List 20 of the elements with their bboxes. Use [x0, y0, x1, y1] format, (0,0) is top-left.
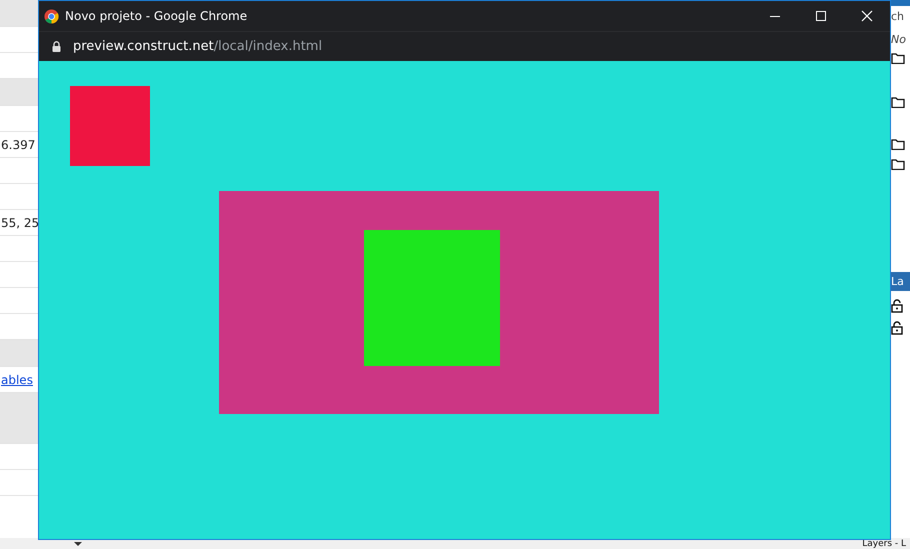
lock-icon[interactable] — [891, 299, 903, 313]
address-bar[interactable]: preview.construct.net/local/index.html — [73, 39, 322, 54]
window-title: Novo projeto - Google Chrome — [65, 9, 248, 23]
title-bar — [891, 0, 910, 6]
folder-icon[interactable] — [891, 96, 905, 108]
close-icon — [861, 10, 873, 22]
link[interactable]: ables — [1, 372, 33, 386]
folder-icon[interactable] — [891, 52, 905, 64]
panel-header: La — [891, 272, 910, 291]
property-value: 55, 25 — [1, 216, 40, 230]
maximize-icon — [815, 10, 827, 22]
search-field[interactable]: ch — [891, 10, 904, 23]
list-item[interactable]: No — [891, 33, 906, 46]
property-value: 6.397 — [1, 138, 36, 152]
lock-icon — [52, 41, 61, 52]
lock-icon[interactable] — [891, 321, 903, 335]
folder-icon[interactable] — [891, 158, 905, 170]
folder-icon[interactable] — [891, 138, 905, 150]
panel-tab[interactable]: Layers - L — [862, 538, 906, 548]
browser-logo-icon — [44, 8, 59, 24]
